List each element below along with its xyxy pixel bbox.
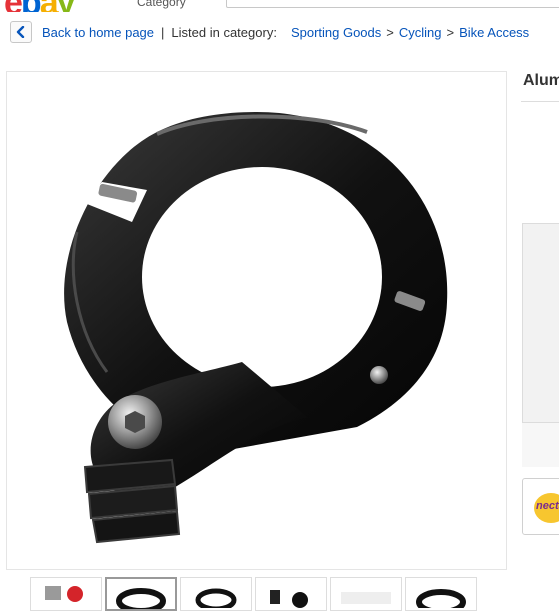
breadcrumb: Back to home page | Listed in category: … — [10, 20, 559, 44]
breadcrumb-arrow: > — [446, 24, 455, 40]
product-photo-handlebar-mount — [64, 112, 448, 544]
divider — [521, 101, 559, 102]
thumbnail-6[interactable] — [405, 577, 477, 611]
nectar-points-box[interactable]: nectar — [522, 478, 559, 535]
breadcrumb-divider: | — [161, 24, 165, 40]
thumbnail-image — [45, 586, 83, 602]
thumbnail-2[interactable] — [105, 577, 177, 611]
thumbnail-image — [416, 589, 466, 610]
search-input[interactable] — [226, 0, 559, 8]
thumbnail-image — [341, 592, 391, 604]
thumbnail-5[interactable] — [330, 577, 402, 611]
chevron-left-icon — [16, 26, 25, 38]
listed-in-category-label: Listed in category: — [171, 24, 277, 40]
breadcrumb-bike-accessories[interactable]: Bike Access — [459, 25, 529, 40]
nectar-logo-text: nectar — [536, 500, 559, 512]
thumbnail-4[interactable] — [255, 577, 327, 611]
thumbnail-image — [270, 590, 308, 608]
breadcrumb-cycling[interactable]: Cycling — [399, 25, 442, 40]
item-title: Alum — [523, 72, 559, 89]
back-button[interactable] — [10, 21, 32, 43]
main-product-image[interactable] — [6, 71, 507, 570]
thumbnail-image — [116, 588, 166, 609]
breadcrumb-sporting-goods[interactable]: Sporting Goods — [291, 25, 381, 40]
site-header: ebay Category — [0, 0, 559, 12]
thumbnail-strip — [30, 577, 490, 611]
thumbnail-3[interactable] — [180, 577, 252, 611]
nectar-logo: nectar — [534, 493, 559, 523]
ebay-logo[interactable]: ebay — [4, 0, 76, 12]
back-to-home-link[interactable]: Back to home page — [42, 25, 154, 40]
thumbnail-image — [195, 588, 237, 610]
purchase-box-footer — [522, 422, 559, 467]
thumbnail-1[interactable] — [30, 577, 102, 611]
breadcrumb-arrow: > — [386, 24, 394, 40]
category-selector[interactable]: Category — [137, 0, 186, 9]
